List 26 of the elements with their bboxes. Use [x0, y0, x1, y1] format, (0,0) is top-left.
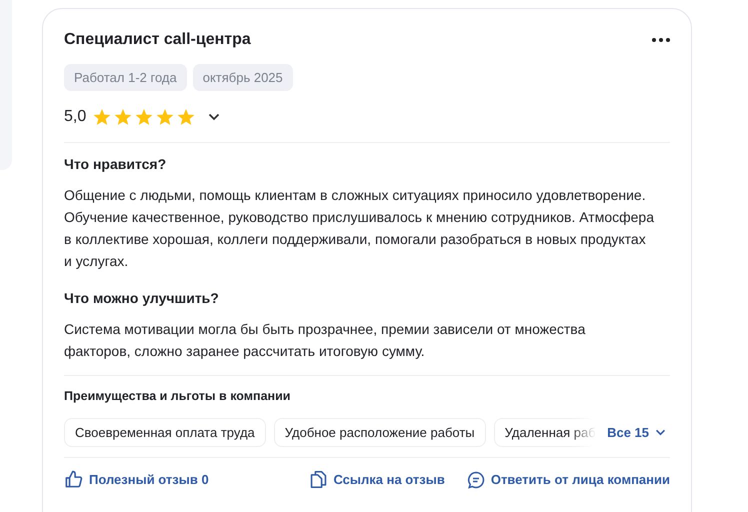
- star-icon: [156, 108, 174, 126]
- benefit-chip: Удобное расположение работы: [274, 418, 486, 447]
- benefit-chip: Своевременная оплата труда: [64, 418, 266, 447]
- review-link-button[interactable]: Ссылка на отзыв: [310, 470, 445, 489]
- show-all-button[interactable]: Все 15: [607, 425, 666, 440]
- review-title: Специалист call-центра: [64, 31, 251, 49]
- more-icon[interactable]: [652, 38, 670, 42]
- review-text: Общение с людьми, помощь клиентам в сложных ситуациях приносило удовлетворение. Обучение качественное, руководство прислушивалось к мнению сотрудников. Атмосфера в коллективе хорошая, коллеги поддерживали, помогали разобраться в новых продуктах и услугах.: [64, 186, 654, 271]
- tag: октябрь 2025: [192, 64, 293, 91]
- star-icon: [114, 108, 132, 126]
- chevron-down-icon: [655, 429, 666, 436]
- star-icon: [177, 108, 196, 126]
- section-heading: Что можно улучшить?: [64, 290, 220, 306]
- copy-icon: [310, 470, 328, 489]
- chevron-down-icon[interactable]: [208, 113, 220, 121]
- thumbs-up-icon: [64, 470, 83, 489]
- helpful-button[interactable]: Полезный отзыв 0: [64, 470, 209, 489]
- review-text: Система мотивации могла бы быть прозрачнее, премии зависели от множества факторов, сложно заранее рассчитать итоговую сумму.: [64, 320, 586, 361]
- section-heading: Что нравится?: [64, 156, 168, 172]
- rating-score: 5,0: [64, 108, 86, 126]
- star-icon: [93, 108, 112, 126]
- speech-bubble-icon: [466, 470, 485, 488]
- reply-button[interactable]: Ответить от лица компании: [466, 470, 670, 488]
- benefits-heading: Преимущества и льготы в компании: [64, 389, 292, 403]
- star-icon: [135, 108, 154, 126]
- tag: Работал 1-2 года: [64, 64, 187, 91]
